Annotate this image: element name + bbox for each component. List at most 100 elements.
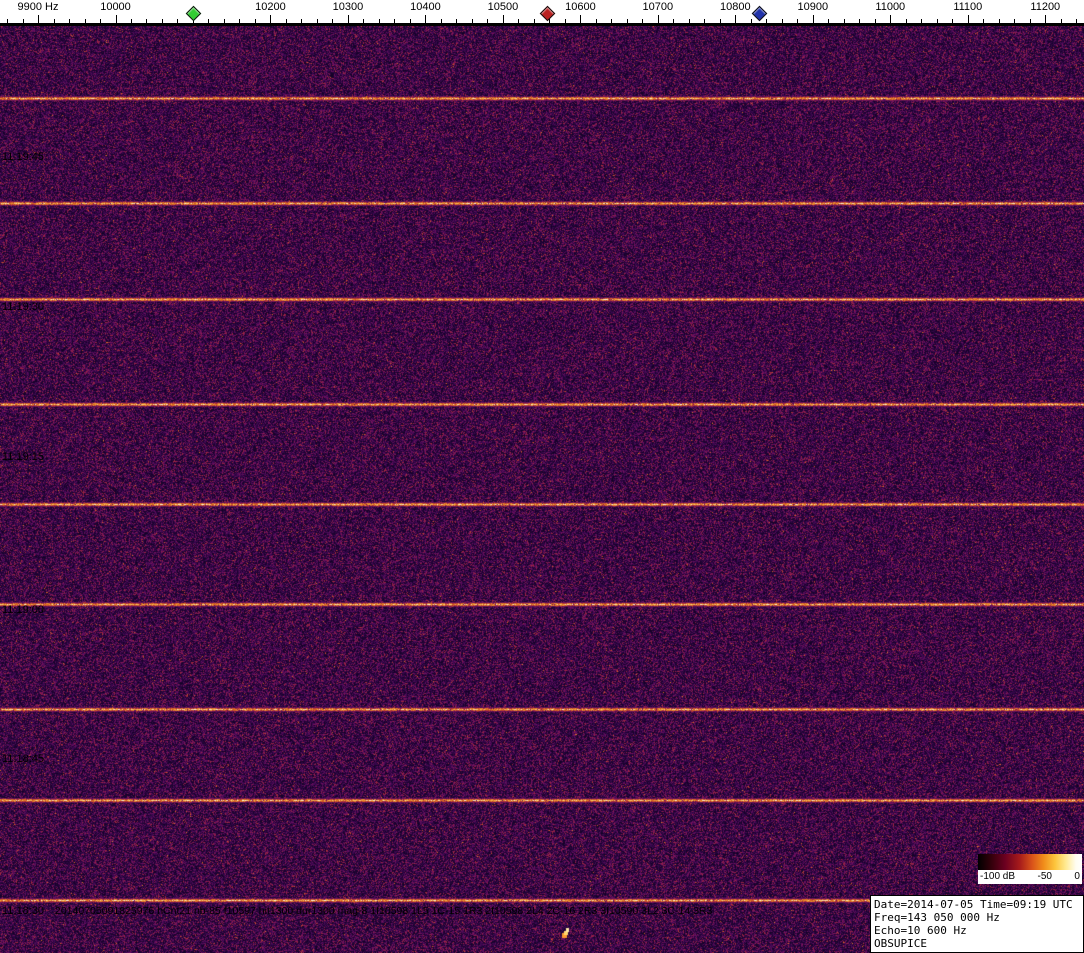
info-echo: Echo=10 600 Hz bbox=[874, 924, 1080, 937]
ruler-label-10400: 10400 bbox=[410, 1, 441, 13]
ruler-minor-tick bbox=[100, 19, 101, 23]
ruler-label-10200: 10200 bbox=[255, 1, 286, 13]
time-label: 11:18:30 bbox=[2, 905, 44, 917]
ruler-label-10800: 10800 bbox=[720, 1, 751, 13]
ruler-minor-tick bbox=[983, 19, 984, 23]
colorbar-labels: -100 dB -50 0 bbox=[978, 870, 1082, 884]
spectrogram-area: 11:19:45 11:19:30 11:19:15 11:19:00 11:18:45… bbox=[0, 26, 1084, 953]
ruler-minor-tick bbox=[301, 19, 302, 23]
ruler-minor-tick bbox=[844, 19, 845, 23]
ruler-minor-tick bbox=[704, 19, 705, 23]
ruler-minor-tick bbox=[627, 19, 628, 23]
info-box: Date=2014-07-05 Time=09:19 UTC Freq=143 … bbox=[870, 895, 1084, 953]
ruler-major-tick bbox=[425, 15, 426, 23]
ruler-minor-tick bbox=[611, 19, 612, 23]
ruler-minor-tick bbox=[766, 19, 767, 23]
blue-diamond-marker[interactable] bbox=[751, 6, 767, 22]
ruler-minor-tick bbox=[1076, 19, 1077, 23]
spectrogram-canvas[interactable] bbox=[0, 26, 1084, 953]
ruler-label-10600: 10600 bbox=[565, 1, 596, 13]
ruler-major-tick bbox=[503, 15, 504, 23]
ruler-minor-tick bbox=[1030, 19, 1031, 23]
ruler-minor-tick bbox=[720, 19, 721, 23]
ruler-minor-tick bbox=[937, 19, 938, 23]
info-date-time: Date=2014-07-05 Time=09:19 UTC bbox=[874, 898, 1080, 911]
time-label: 11:19:00 bbox=[2, 604, 44, 616]
ruler-minor-tick bbox=[534, 19, 535, 23]
ruler-minor-tick bbox=[487, 19, 488, 23]
ruler-label-11200: 11200 bbox=[1030, 1, 1060, 13]
colorbar-gradient bbox=[978, 854, 1082, 870]
ruler-major-tick bbox=[968, 15, 969, 23]
ruler-minor-tick bbox=[859, 19, 860, 23]
time-label: 11:18:45 bbox=[2, 753, 44, 765]
ruler-major-tick bbox=[270, 15, 271, 23]
ruler-minor-tick bbox=[999, 19, 1000, 23]
ruler-minor-tick bbox=[255, 19, 256, 23]
ruler-minor-tick bbox=[441, 19, 442, 23]
ruler-minor-tick bbox=[23, 19, 24, 23]
colorbar-legend: -100 dB -50 0 bbox=[978, 854, 1082, 884]
ruler-minor-tick bbox=[177, 19, 178, 23]
ruler-minor-tick bbox=[906, 19, 907, 23]
ruler-minor-tick bbox=[782, 19, 783, 23]
ruler-major-tick bbox=[658, 15, 659, 23]
ruler-label-10900: 10900 bbox=[798, 1, 829, 13]
ruler-minor-tick bbox=[549, 19, 550, 23]
ruler-major-tick bbox=[348, 15, 349, 23]
ruler-minor-tick bbox=[828, 19, 829, 23]
ruler-minor-tick bbox=[54, 19, 55, 23]
ruler-minor-tick bbox=[394, 19, 395, 23]
ruler-label-11100: 11100 bbox=[953, 1, 982, 13]
ruler-major-tick bbox=[813, 15, 814, 23]
ruler-minor-tick bbox=[69, 19, 70, 23]
time-label: 11:19:15 bbox=[2, 451, 44, 463]
ruler-minor-tick bbox=[518, 19, 519, 23]
ruler-minor-tick bbox=[379, 19, 380, 23]
red-diamond-marker[interactable] bbox=[540, 6, 556, 22]
ruler-minor-tick bbox=[162, 19, 163, 23]
ruler-minor-tick bbox=[286, 19, 287, 23]
ruler-label-10000: 10000 bbox=[100, 1, 131, 13]
spectrogram-app: 9900 Hz 10000 10200 10300 10400 10500 10600 107… bbox=[0, 0, 1084, 953]
ruler-minor-tick bbox=[596, 19, 597, 23]
ruler-major-tick bbox=[38, 15, 39, 23]
ruler-minor-tick bbox=[921, 19, 922, 23]
ruler-major-tick bbox=[1045, 15, 1046, 23]
ruler-minor-tick bbox=[85, 19, 86, 23]
ruler-minor-tick bbox=[208, 19, 209, 23]
ruler-label-10500: 10500 bbox=[488, 1, 519, 13]
ruler-minor-tick bbox=[7, 19, 8, 23]
green-diamond-marker[interactable] bbox=[186, 6, 202, 22]
ruler-minor-tick bbox=[224, 19, 225, 23]
colorbar-max-label: 0 bbox=[1074, 871, 1080, 882]
ruler-minor-tick bbox=[751, 19, 752, 23]
ruler-minor-tick bbox=[317, 19, 318, 23]
ruler-label-9900: 9900 Hz bbox=[18, 1, 59, 13]
ruler-minor-tick bbox=[1014, 19, 1015, 23]
ruler-minor-tick bbox=[146, 19, 147, 23]
ruler-major-tick bbox=[580, 15, 581, 23]
time-label: 11:19:30 bbox=[2, 301, 44, 313]
colorbar-min-label: -100 dB bbox=[980, 871, 1015, 882]
ruler-minor-tick bbox=[472, 19, 473, 23]
ruler-minor-tick bbox=[875, 19, 876, 23]
ruler-label-10300: 10300 bbox=[333, 1, 364, 13]
info-frequency: Freq=143 050 000 Hz bbox=[874, 911, 1080, 924]
ruler-minor-tick bbox=[363, 19, 364, 23]
ruler-major-tick bbox=[116, 15, 117, 23]
ruler-minor-tick bbox=[565, 19, 566, 23]
ruler-minor-tick bbox=[673, 19, 674, 23]
ruler-minor-tick bbox=[689, 19, 690, 23]
colorbar-mid-label: -50 bbox=[1038, 871, 1052, 882]
ruler-minor-tick bbox=[332, 19, 333, 23]
ruler-minor-tick bbox=[952, 19, 953, 23]
ruler-minor-tick bbox=[410, 19, 411, 23]
detection-annotation: 20140705091825976 hCnt21 nb-85 f10597 hi… bbox=[55, 905, 712, 917]
ruler-minor-tick bbox=[131, 19, 132, 23]
time-label: 11:19:45 bbox=[2, 151, 44, 163]
ruler-major-tick bbox=[735, 15, 736, 23]
ruler-minor-tick bbox=[797, 19, 798, 23]
ruler-label-11000: 11000 bbox=[875, 1, 905, 13]
ruler-minor-tick bbox=[642, 19, 643, 23]
